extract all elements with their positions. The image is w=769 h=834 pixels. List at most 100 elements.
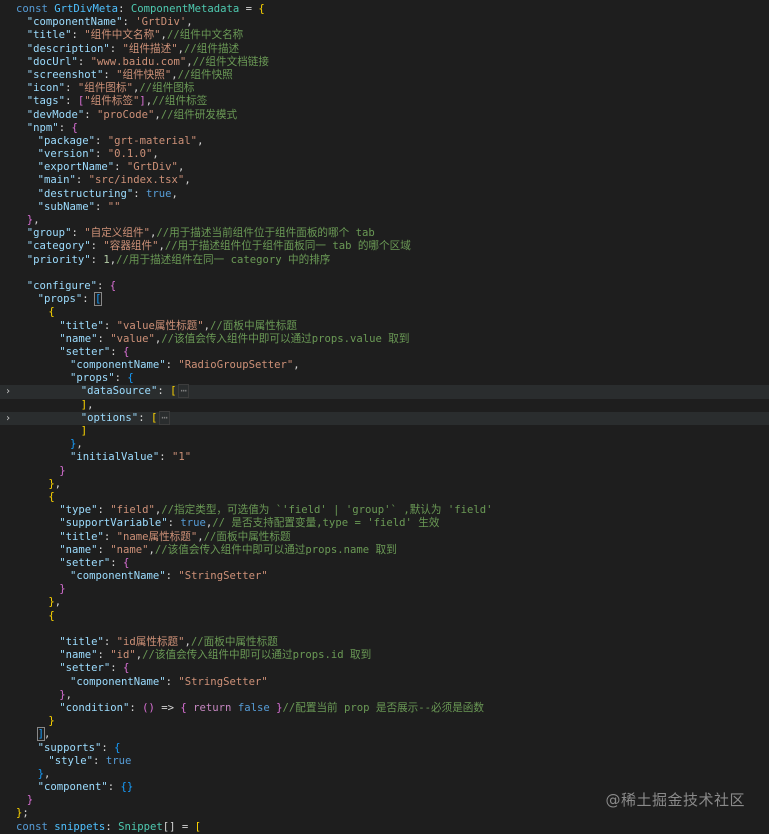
code-line[interactable]: }, — [0, 689, 769, 702]
code-line[interactable]: "priority": 1,//用于描述组件在同一 category 中的排序 — [0, 254, 769, 267]
code-line[interactable]: "setter": { — [0, 557, 769, 570]
code-line[interactable]: "componentName": "StringSetter" — [0, 570, 769, 583]
code-line[interactable]: "icon": "组件图标",//组件图标 — [0, 82, 769, 95]
code-line[interactable]: { — [0, 610, 769, 623]
code-line[interactable]: "initialValue": "1" — [0, 451, 769, 464]
code-token: [ — [194, 820, 202, 833]
code-token: "title" — [59, 319, 104, 332]
code-line[interactable]: }, — [0, 214, 769, 227]
code-token: : — [93, 754, 106, 767]
code-line[interactable]: "componentName": "StringSetter" — [0, 676, 769, 689]
code-token: "field" — [110, 504, 155, 517]
code-content: "supports": { — [16, 742, 121, 755]
chevron-right-icon[interactable]: › — [0, 412, 16, 425]
folded-ellipsis[interactable]: ⋯ — [159, 410, 170, 425]
code-line[interactable]: "exportName": "GrtDiv", — [0, 161, 769, 174]
code-editor[interactable]: const GrtDivMeta: ComponentMetadata = {"… — [0, 3, 769, 834]
code-line[interactable]: "subName": "" — [0, 201, 769, 214]
code-line[interactable]: } — [0, 583, 769, 596]
code-content: "priority": 1,//用于描述组件在同一 category 中的排序 — [16, 253, 331, 267]
code-token: : — [95, 148, 108, 161]
code-line[interactable] — [0, 623, 769, 636]
code-line[interactable]: "destructuring": true, — [0, 188, 769, 201]
code-token: true — [105, 754, 132, 767]
code-comment: //组件描述 — [184, 42, 240, 55]
code-line[interactable]: "title": "组件中文名称",//组件中文名称 — [0, 29, 769, 42]
code-line[interactable]: "props": { — [0, 372, 769, 385]
code-line[interactable]: } — [0, 465, 769, 478]
code-token: "props" — [37, 293, 83, 306]
code-line[interactable]: "condition": () => { return false }//配置当… — [0, 702, 769, 715]
chevron-right-icon[interactable]: › — [0, 385, 16, 398]
code-line[interactable]: "type": "field",//指定类型，可选值为 `'field' | '… — [0, 504, 769, 517]
code-line[interactable]: ], — [0, 727, 769, 742]
code-line[interactable]: const snippets: Snippet[] = [ — [0, 821, 769, 834]
code-line[interactable]: "name": "id",//该值会传入组件中即可以通过props.id 取到 — [0, 649, 769, 662]
code-token: "package" — [37, 134, 95, 147]
code-line[interactable]: ] — [0, 425, 769, 438]
code-token: , — [152, 148, 159, 161]
code-line[interactable]: "setter": { — [0, 346, 769, 359]
code-line[interactable]: "title": "name属性标题",//面板中属性标题 — [0, 531, 769, 544]
code-content: "type": "field",//指定类型，可选值为 `'field' | '… — [16, 504, 492, 517]
code-line[interactable]: "supportVariable": true,// 是否支持配置变量,type… — [0, 517, 769, 530]
code-line[interactable]: "description": "组件描述",//组件描述 — [0, 43, 769, 56]
code-line[interactable]: "supports": { — [0, 742, 769, 755]
code-content: "configure": { — [16, 280, 116, 293]
code-line[interactable]: "name": "name",//该值会传入组件中即可以通过props.name… — [0, 544, 769, 557]
code-content: } — [16, 715, 54, 728]
code-line[interactable]: "category": "容器组件",//用于描述组件位于组件面板同一 tab … — [0, 240, 769, 253]
code-line[interactable]: "package": "grt-material", — [0, 135, 769, 148]
code-line[interactable]: ], — [0, 399, 769, 412]
code-content: "screenshot": "组件快照",//组件快照 — [16, 69, 233, 82]
code-line[interactable]: "devMode": "proCode",//组件研发模式 — [0, 109, 769, 122]
code-line[interactable]: "version": "0.1.0", — [0, 148, 769, 161]
code-token: "priority" — [26, 253, 91, 266]
code-content: "componentName": 'GrtDiv', — [16, 16, 193, 29]
code-line[interactable]: "title": "id属性标题",//面板中属性标题 — [0, 636, 769, 649]
code-line[interactable]: }, — [0, 768, 769, 781]
code-token: , — [76, 438, 83, 451]
code-line[interactable]: "props": [ — [0, 292, 769, 307]
code-line[interactable]: "componentName": "RadioGroupSetter", — [0, 359, 769, 372]
code-line[interactable]: › "options": [⋯ — [0, 410, 769, 425]
code-token: : — [97, 543, 111, 556]
code-content: "version": "0.1.0", — [16, 148, 159, 161]
code-line[interactable]: { — [0, 491, 769, 504]
code-content: "tags": ["组件标签"],//组件标签 — [16, 95, 208, 108]
code-comment: //组件快照 — [177, 68, 233, 81]
code-line[interactable]: "tags": ["组件标签"],//组件标签 — [0, 95, 769, 108]
code-line[interactable]: }, — [0, 596, 769, 609]
code-content: "group": "自定义组件",//用于描述当前组件位于组件面板的哪个 tab — [16, 227, 375, 240]
code-line[interactable]: "group": "自定义组件",//用于描述当前组件位于组件面板的哪个 tab — [0, 227, 769, 240]
code-line[interactable]: "main": "src/index.tsx", — [0, 174, 769, 187]
code-line[interactable]: }, — [0, 438, 769, 451]
code-line[interactable]: } — [0, 715, 769, 728]
code-token: : — [97, 504, 111, 517]
code-line[interactable]: "configure": { — [0, 280, 769, 293]
code-line[interactable]: { — [0, 306, 769, 319]
code-line[interactable]: "npm": { — [0, 122, 769, 135]
code-content: "condition": () => { return false }//配置当… — [16, 702, 484, 715]
code-line[interactable]: "screenshot": "组件快照",//组件快照 — [0, 69, 769, 82]
code-line[interactable]: "title": "value属性标题",//面板中属性标题 — [0, 320, 769, 333]
code-line[interactable]: "name": "value",//该值会传入组件中即可以通过props.val… — [0, 333, 769, 346]
code-line[interactable] — [0, 267, 769, 280]
code-line[interactable]: "style": true — [0, 755, 769, 768]
code-line[interactable]: › "dataSource": [⋯ — [0, 384, 769, 399]
code-content: const GrtDivMeta: ComponentMetadata = { — [16, 3, 265, 16]
code-content: "componentName": "StringSetter" — [16, 676, 268, 689]
code-line[interactable]: "docUrl": "www.baidu.com",//组件文档链接 — [0, 56, 769, 69]
code-token: : — [96, 279, 110, 292]
code-line[interactable]: }, — [0, 478, 769, 491]
code-token: "component" — [37, 781, 108, 794]
folded-ellipsis[interactable]: ⋯ — [178, 384, 189, 399]
code-content — [16, 623, 59, 636]
code-line[interactable]: "componentName": 'GrtDiv', — [0, 16, 769, 29]
code-token: "StringSetter" — [178, 675, 268, 688]
code-line[interactable]: const GrtDivMeta: ComponentMetadata = { — [0, 3, 769, 16]
code-comment: //组件标签 — [152, 95, 208, 108]
code-line[interactable]: "setter": { — [0, 662, 769, 675]
code-comment: //面板中属性标题 — [203, 530, 291, 543]
code-token: "组件中文名称" — [84, 29, 161, 42]
